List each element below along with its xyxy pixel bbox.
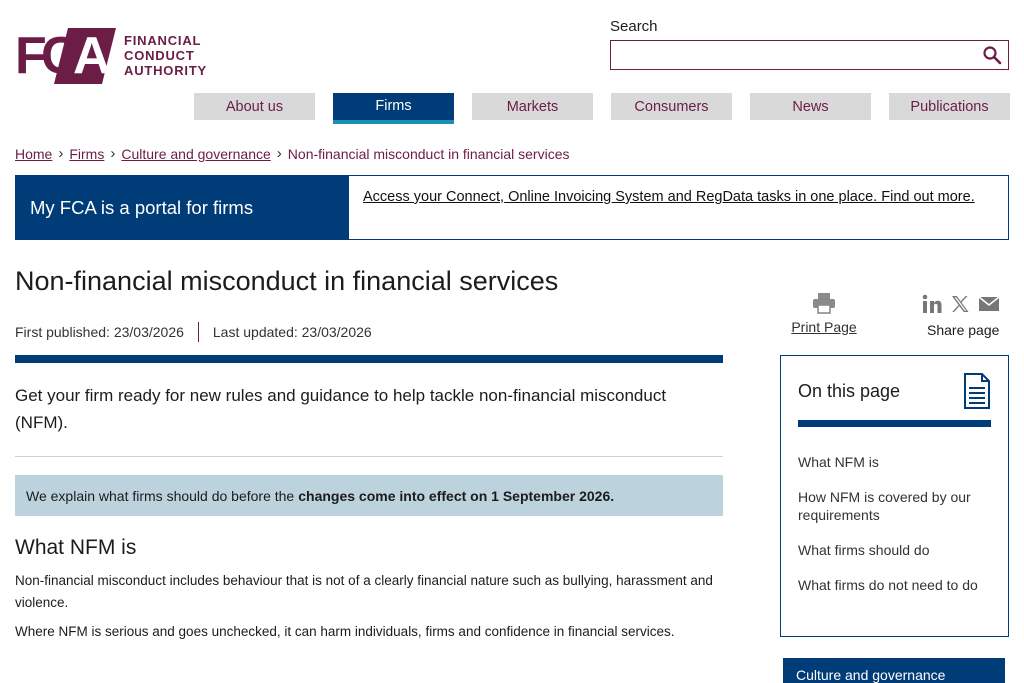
logo-line-2: CONDUCT xyxy=(124,47,195,63)
fca-logo-mark: F C A xyxy=(15,24,116,86)
nav-about-us[interactable]: About us xyxy=(194,93,315,120)
my-fca-body: Access your Connect, Online Invoicing Sy… xyxy=(349,176,1008,239)
section-heading-what-nfm-is: What NFM is xyxy=(15,536,137,559)
linkedin-icon[interactable] xyxy=(922,294,942,314)
print-page-link[interactable]: Print Page xyxy=(791,319,856,335)
title-rule xyxy=(15,355,723,363)
search-icon[interactable] xyxy=(982,45,1002,65)
date-divider xyxy=(197,322,199,342)
nav-news[interactable]: News xyxy=(750,93,871,120)
breadcrumb-current: Non-financial misconduct in financial se… xyxy=(287,145,570,162)
search-label: Search xyxy=(610,18,658,35)
on-this-page-link-what-nfm-is[interactable]: What NFM is xyxy=(798,453,991,471)
my-fca-link[interactable]: Access your Connect, Online Invoicing Sy… xyxy=(363,189,975,205)
paragraph: Where NFM is serious and goes unchecked,… xyxy=(15,624,675,639)
breadcrumb: Home › Firms › Culture and governance › … xyxy=(15,145,569,162)
first-published: First published: 23/03/2026 xyxy=(15,324,184,340)
breadcrumb-firms[interactable]: Firms xyxy=(69,146,104,162)
notice-box: We explain what firms should do before t… xyxy=(15,475,723,516)
on-this-page-header: On this page xyxy=(798,372,991,410)
nav-firms[interactable]: Firms xyxy=(333,93,454,124)
search-box xyxy=(610,40,1009,70)
fca-logo[interactable]: F C A FINANCIAL CONDUCT AUTHORITY xyxy=(15,24,207,86)
email-icon[interactable] xyxy=(978,295,1000,313)
nav-consumers[interactable]: Consumers xyxy=(611,93,732,120)
logo-wordmark: FINANCIAL CONDUCT AUTHORITY xyxy=(124,33,207,78)
on-this-page-list: What NFM is How NFM is covered by our re… xyxy=(798,453,991,594)
my-fca-banner: My FCA is a portal for firms Access your… xyxy=(15,175,1009,240)
breadcrumb-home[interactable]: Home xyxy=(15,146,52,162)
chevron-right-icon: › xyxy=(110,145,116,162)
logo-letter-c: C xyxy=(41,27,79,85)
chevron-right-icon: › xyxy=(58,145,64,162)
main-nav: About us Firms Markets Consumers News Pu… xyxy=(194,93,1010,124)
notice-text: We explain what firms should do before t… xyxy=(26,487,295,504)
on-this-page-link-what-firms-do-not-need-to-do[interactable]: What firms do not need to do xyxy=(798,576,991,594)
breadcrumb-culture-governance[interactable]: Culture and governance xyxy=(121,146,270,162)
my-fca-title: My FCA is a portal for firms xyxy=(16,176,349,239)
printer-icon[interactable] xyxy=(812,292,836,314)
publish-dates: First published: 23/03/2026 Last updated… xyxy=(15,322,372,342)
logo-line-1: FINANCIAL xyxy=(124,32,202,48)
culture-governance-panel-header[interactable]: Culture and governance xyxy=(783,658,1005,683)
nav-markets[interactable]: Markets xyxy=(472,93,593,120)
share-page-label: Share page xyxy=(927,322,1000,338)
x-icon[interactable] xyxy=(950,294,970,314)
search-input[interactable] xyxy=(611,41,971,69)
on-this-page-link-what-firms-should-do[interactable]: What firms should do xyxy=(798,541,991,559)
document-icon xyxy=(964,373,990,409)
nav-publications[interactable]: Publications xyxy=(889,93,1010,120)
notice-bold: changes come into effect on 1 September … xyxy=(298,487,615,504)
on-this-page-panel: On this page What NFM is How NFM is cove… xyxy=(780,355,1009,637)
on-this-page-link-how-nfm-covered[interactable]: How NFM is covered by our requirements xyxy=(798,488,991,524)
chevron-right-icon: › xyxy=(276,145,282,162)
share-icons xyxy=(922,294,1006,314)
divider xyxy=(15,456,723,457)
print-page[interactable]: Print Page xyxy=(790,292,858,337)
share-page: Share page xyxy=(922,294,1006,338)
page-title: Non-financial misconduct in financial se… xyxy=(15,266,559,296)
logo-line-3: AUTHORITY xyxy=(124,62,208,78)
intro-text: Get your firm ready for new rules and gu… xyxy=(15,386,667,432)
last-updated: Last updated: 23/03/2026 xyxy=(212,324,372,340)
logo-letter-a: A xyxy=(73,27,111,85)
paragraph: Non-financial misconduct includes behavi… xyxy=(15,573,713,610)
on-this-page-rule xyxy=(798,420,991,427)
on-this-page-title: On this page xyxy=(798,380,901,401)
